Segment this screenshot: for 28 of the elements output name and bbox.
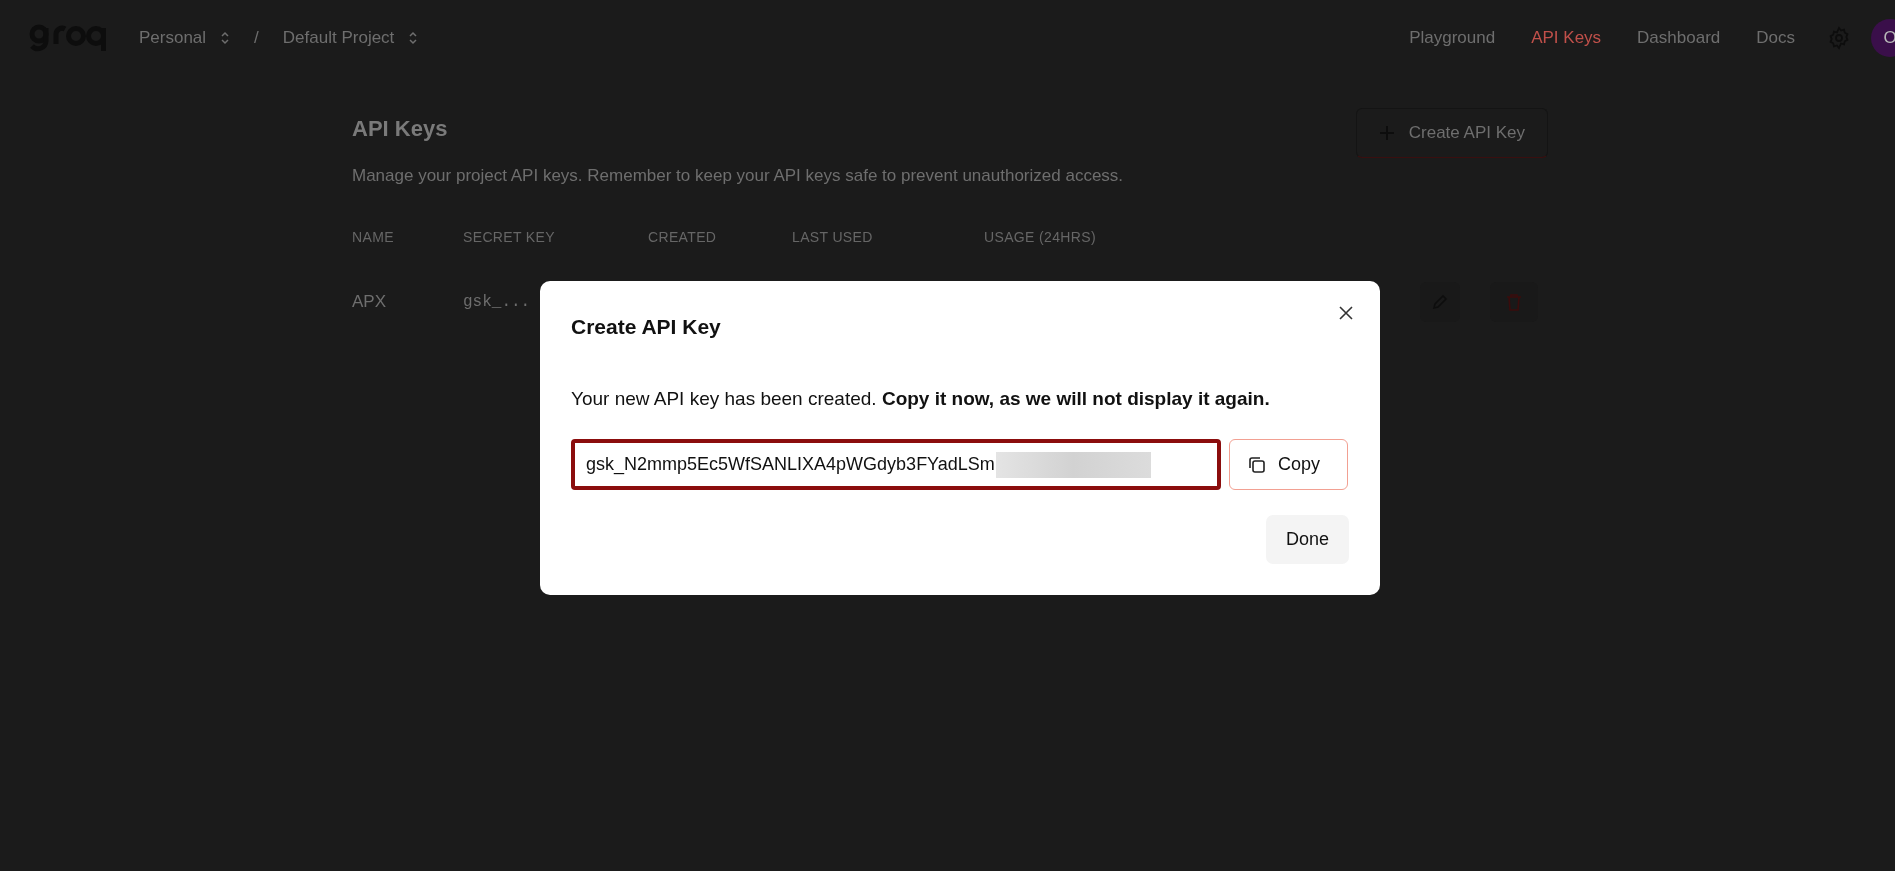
column-header: USAGE (24HRS) (984, 227, 1097, 247)
copy-button[interactable]: Copy (1229, 439, 1348, 490)
chevron-icon (220, 31, 231, 45)
chevron-icon (408, 31, 419, 45)
nav-link[interactable]: API Keys (1531, 25, 1602, 51)
nav-link[interactable]: Dashboard (1637, 25, 1721, 51)
breadcrumb-dropdown[interactable]: Personal (139, 25, 231, 51)
breadcrumb-separator: / (254, 27, 259, 50)
table-cell-text: APX (352, 290, 388, 313)
page-title: API Keys (352, 115, 449, 143)
breadcrumb-dropdown[interactable]: Default Project (282, 25, 419, 51)
dialog-title: Create API Key (571, 314, 722, 340)
create-key-button[interactable]: Create API Key (1355, 108, 1548, 158)
column-header: SECRET KEY (463, 227, 556, 247)
nav-link[interactable]: Docs (1756, 25, 1795, 51)
column-header: LAST USED (792, 227, 874, 247)
copy-icon (1248, 455, 1266, 474)
done-button[interactable]: Done (1265, 515, 1349, 564)
trash-icon (1506, 292, 1522, 311)
column-header: CREATED (648, 227, 718, 247)
api-key-text: gsk_N2mmp5Ec5WfSANLIXA4pWGdyb3FYadLSm (586, 453, 995, 477)
dialog-message: Your new API key has been created. Copy it now, as we will not display it again. (571, 386, 1271, 411)
nav-link[interactable]: Playground (1409, 25, 1496, 51)
page-description: Manage your project API keys. Remember to keep your API keys safe to prevent unauthorized access. (352, 165, 1124, 187)
avatar[interactable]: O (1871, 19, 1895, 57)
api-key-field[interactable]: gsk_N2mmp5Ec5WfSANLIXA4pWGdyb3FYadLSm (571, 439, 1221, 490)
table-cell-text: gsk_... (463, 291, 531, 313)
column-header: NAME (352, 227, 395, 247)
